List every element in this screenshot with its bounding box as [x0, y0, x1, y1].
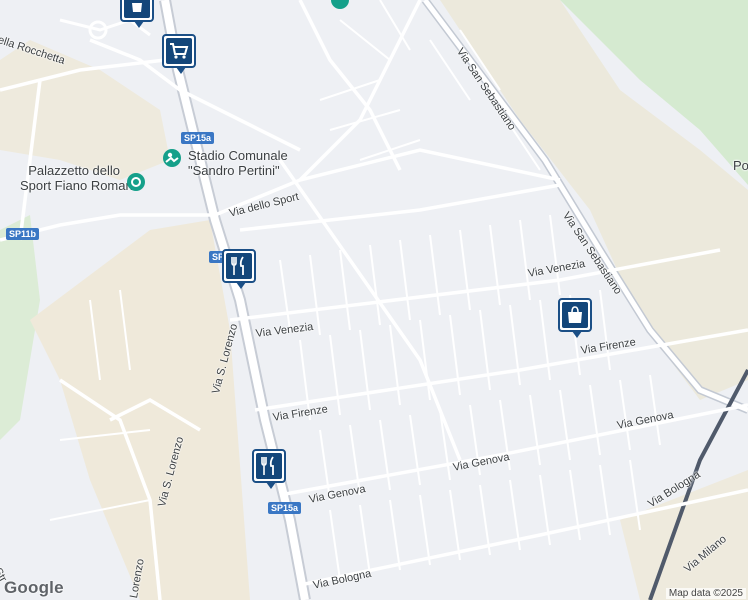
- map-base: [0, 0, 748, 600]
- restaurant-icon: [261, 456, 274, 475]
- poi-name: Stadio Comunale: [188, 148, 288, 163]
- sand-area: [30, 220, 250, 600]
- park-icon: [331, 0, 349, 9]
- sports-icon: [127, 173, 145, 191]
- shopping-bag-icon: [132, 3, 142, 12]
- restaurant-icon: [231, 256, 244, 275]
- shopping-cart-icon: [170, 43, 189, 59]
- google-logo: Google: [4, 578, 64, 597]
- road-label: Po: [733, 158, 748, 173]
- route-shield: SP15a: [268, 502, 302, 514]
- shopping-cart-marker[interactable]: [162, 34, 196, 74]
- route-shield: SP15a: [181, 132, 215, 144]
- route-shield: SP11b: [6, 228, 40, 240]
- restaurant-marker[interactable]: [252, 449, 286, 489]
- shopping-bag-marker[interactable]: [558, 298, 592, 338]
- shopping-bag-icon: [568, 306, 582, 323]
- top-marker[interactable]: [120, 0, 154, 28]
- poi-name: Palazzetto dello: [28, 163, 120, 178]
- poi-name: Sport Fiano Romano: [20, 178, 140, 193]
- map-canvas[interactable]: ella Rocchetta Via San Sebastiano Via Sa…: [0, 0, 748, 600]
- restaurant-marker[interactable]: [222, 249, 256, 289]
- poi-name: "Sandro Pertini": [188, 163, 280, 178]
- stadium-icon: [163, 149, 181, 167]
- map-data-credit[interactable]: Map data ©2025: [665, 588, 746, 599]
